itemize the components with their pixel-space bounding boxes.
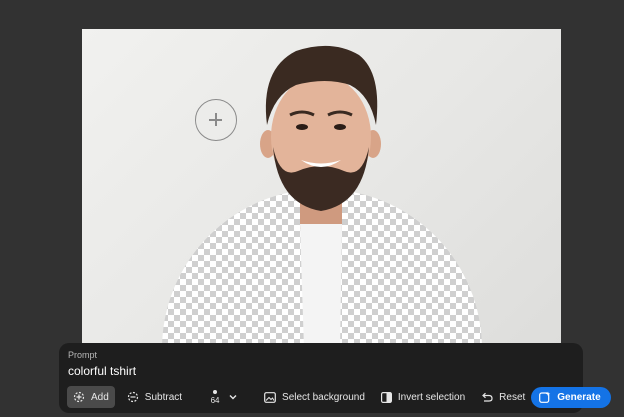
chevron-down-icon[interactable]: [228, 392, 238, 402]
undo-icon: [482, 392, 493, 402]
portrait-photo: [260, 45, 381, 349]
image-canvas[interactable]: [82, 29, 561, 349]
generate-sparkle-icon: [539, 391, 551, 403]
prompt-panel: Prompt colorful tshirt Add Subtract 64 S…: [59, 343, 611, 413]
brush-size-control[interactable]: 64: [204, 386, 242, 408]
brush-cursor: [195, 99, 237, 141]
subtract-label: Subtract: [144, 391, 183, 403]
invert-selection-label: Invert selection: [397, 391, 466, 403]
subtract-button[interactable]: Subtract: [121, 386, 188, 408]
subtract-brush-icon: [127, 391, 138, 403]
invert-selection-icon: [380, 391, 392, 403]
add-brush-icon: [73, 391, 85, 403]
generate-button[interactable]: Generate: [531, 386, 611, 408]
invert-selection-button[interactable]: Invert selection: [375, 386, 471, 408]
add-label: Add: [91, 391, 109, 403]
prompt-input[interactable]: colorful tshirt: [68, 364, 136, 378]
prompt-label: Prompt: [68, 350, 98, 360]
mask-toolbar: Add Subtract 64 Select background Invert…: [67, 386, 611, 408]
image-select-icon: [264, 391, 276, 403]
select-background-button[interactable]: Select background: [258, 386, 371, 408]
brush-size-dot-icon: [213, 389, 218, 394]
select-background-label: Select background: [282, 391, 365, 403]
reset-button[interactable]: Reset: [475, 386, 531, 408]
add-button[interactable]: Add: [67, 386, 115, 408]
reset-label: Reset: [499, 391, 526, 403]
brush-size-value: 64: [210, 395, 220, 405]
generate-label: Generate: [557, 391, 601, 403]
